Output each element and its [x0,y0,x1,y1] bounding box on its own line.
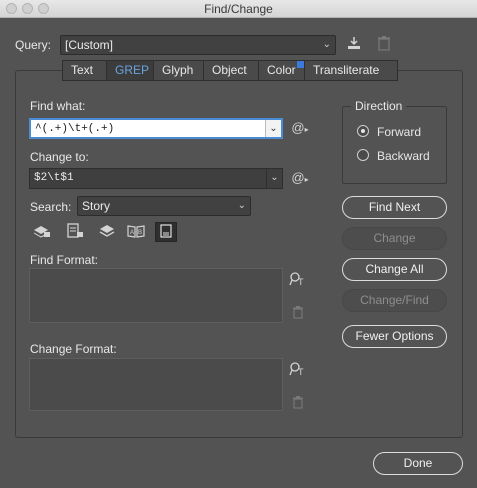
find-what-input[interactable]: ^(.+)\t+(.+) ⌄ [29,118,283,139]
color-indicator [297,61,304,68]
chevron-down-icon: ⌄ [322,39,331,50]
tab-glyph[interactable]: Glyph [154,61,204,80]
svg-text:T: T [298,367,304,377]
fewer-options-button[interactable]: Fewer Options [342,325,447,348]
svg-text:B: B [138,230,142,236]
special-characters-icon[interactable]: @▸ [290,120,310,138]
specify-attributes-icon[interactable]: T [289,361,307,379]
backward-radio[interactable] [357,149,369,161]
specify-attributes-icon[interactable]: T [289,271,307,289]
chevron-down-icon: ⌄ [237,200,246,211]
svg-text:A: A [130,230,134,236]
change-all-button[interactable]: Change All [342,258,447,281]
save-query-icon[interactable] [345,35,363,53]
search-value: Story [82,199,111,213]
query-label: Query: [15,38,52,52]
change-to-value: $2\t$1 [34,172,74,184]
include-locked-layers-icon[interactable] [32,223,52,241]
direction-group [342,106,447,184]
delete-query-icon[interactable] [375,35,393,53]
change-to-label: Change to: [30,150,89,164]
find-format-label: Find Format: [30,253,99,267]
tab-color-label: Color [267,63,296,77]
done-button[interactable]: Done [373,452,463,475]
find-format-box[interactable] [29,268,283,323]
backward-label: Backward [377,149,430,163]
svg-text:T: T [298,277,304,287]
chevron-down-icon[interactable]: ⌄ [266,169,282,188]
find-what-value: ^(.+)\t+(.+) [35,123,115,135]
tab-color[interactable]: Color [259,61,305,80]
window-title: Find/Change [204,2,273,16]
change-format-label: Change Format: [30,342,117,356]
include-footnotes-icon[interactable] [155,222,177,242]
clear-attributes-icon [290,305,306,321]
query-dropdown[interactable]: [Custom] ⌄ [60,35,336,55]
find-what-label: Find what: [30,99,86,113]
direction-title: Direction [351,99,407,113]
find-next-button[interactable]: Find Next [342,196,447,219]
change-to-input[interactable]: $2\t$1 ⌄ [29,168,283,189]
clear-attributes-icon [290,395,306,411]
change-find-button[interactable]: Change/Find [342,289,447,312]
change-format-box[interactable] [29,358,283,411]
title-bar: Find/Change [0,0,477,18]
query-value: [Custom] [65,38,114,52]
direction-backward-option[interactable]: Backward [357,148,447,164]
tab-transliterate[interactable]: Transliterate [305,61,397,80]
tab-text[interactable]: Text [63,61,107,80]
special-characters-icon[interactable]: @▸ [290,170,310,188]
include-locked-stories-icon[interactable] [65,223,85,241]
tab-bar: Text GREP Glyph Object Color Translitera… [62,60,398,81]
tab-grep[interactable]: GREP [107,61,154,80]
search-dropdown[interactable]: Story ⌄ [77,196,251,216]
forward-radio[interactable] [357,125,369,137]
direction-forward-option[interactable]: Forward [357,124,447,140]
chevron-down-icon[interactable]: ⌄ [265,120,281,137]
search-label: Search: [30,200,72,214]
forward-label: Forward [377,125,422,139]
include-master-pages-icon[interactable]: AB [126,223,146,241]
include-hidden-layers-icon[interactable] [97,223,117,241]
tab-object[interactable]: Object [204,61,259,80]
change-button[interactable]: Change [342,227,447,250]
